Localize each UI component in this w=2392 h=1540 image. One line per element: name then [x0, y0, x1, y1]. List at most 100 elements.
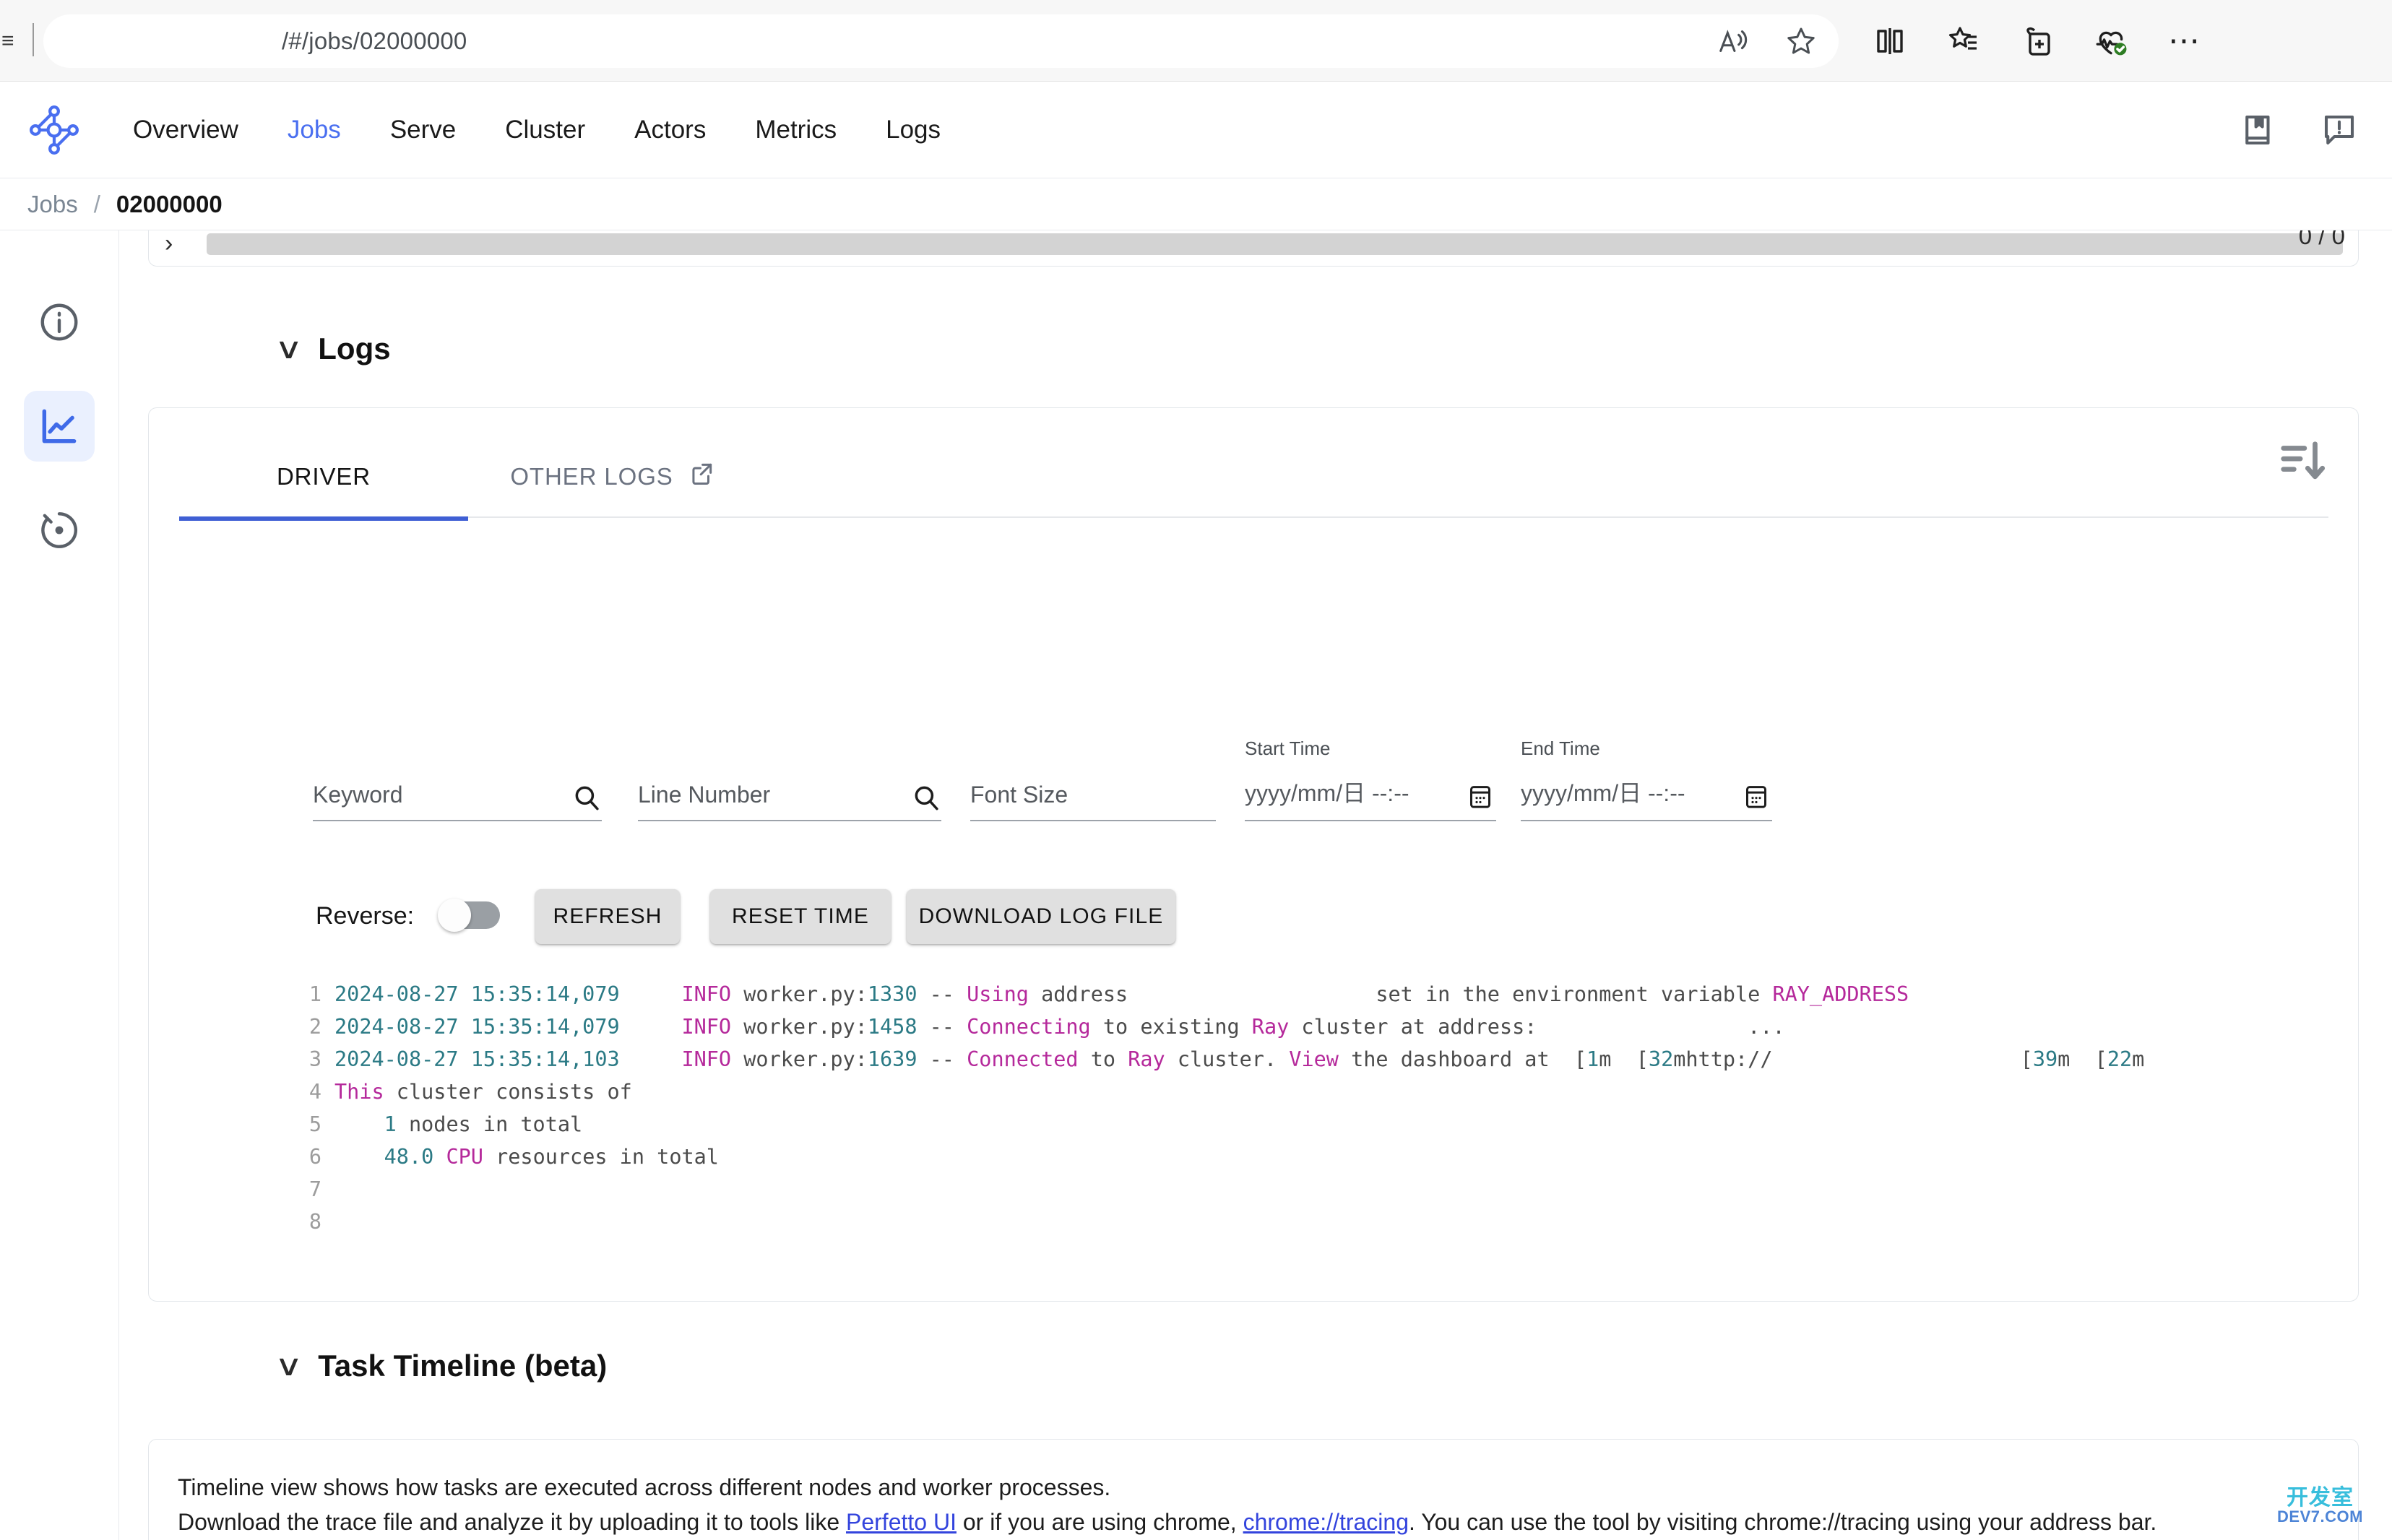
- log-segment-txt: [620, 1015, 682, 1039]
- breadcrumb: Jobs / 02000000: [0, 178, 2392, 230]
- progress-row[interactable]: ›: [165, 230, 2343, 258]
- timeline-text: Download the trace file and analyze it b…: [178, 1509, 846, 1535]
- sort-descending-icon[interactable]: [2277, 436, 2328, 486]
- log-segment-txt: the dashboard at [: [1338, 1047, 1587, 1071]
- rail-item-info[interactable]: [24, 287, 95, 358]
- log-segment-dash: --: [917, 1047, 967, 1071]
- nav-item-serve[interactable]: Serve: [366, 116, 480, 144]
- nav-item-overview[interactable]: Overview: [108, 116, 263, 144]
- external-link-icon: [688, 460, 715, 493]
- hamburger-icon[interactable]: ≡: [1, 29, 23, 53]
- timeline-text: . You can use the tool by visiting chrom…: [1409, 1509, 2157, 1535]
- read-aloud-icon[interactable]: [1714, 22, 1752, 60]
- ray-logo[interactable]: [26, 102, 82, 158]
- header-actions: [2239, 82, 2359, 178]
- end-time-label: End Time: [1521, 737, 1600, 759]
- tab-active-indicator: [179, 516, 468, 521]
- expand-chevron-icon[interactable]: ›: [165, 230, 199, 258]
- log-line-number: 3: [308, 1047, 321, 1071]
- nav-item-actors[interactable]: Actors: [610, 116, 730, 144]
- keyword-underline: [313, 820, 602, 821]
- log-segment-num: 1639: [867, 1047, 917, 1071]
- url-text-caret: [33, 23, 34, 56]
- log-segment-info: INFO: [681, 982, 732, 1006]
- end-time-field[interactable]: End Time yyyy/mm/日 --:--: [1521, 737, 1772, 821]
- log-segment-txt: [620, 982, 682, 1006]
- timeline-collapse-chevron-icon[interactable]: ∨: [275, 1351, 303, 1380]
- favorite-star-icon[interactable]: [1782, 22, 1820, 60]
- log-segment-txt: [334, 1145, 384, 1169]
- log-segment-num: 48.0: [384, 1145, 434, 1169]
- tab-other-logs[interactable]: OTHER LOGS: [468, 436, 757, 517]
- download-log-file-button[interactable]: DOWNLOAD LOG FILE: [907, 889, 1175, 944]
- tab-driver[interactable]: DRIVER: [179, 436, 468, 517]
- main-content: › 0 / 0 ∨ Logs DRIVER OTHER LOGS Keyword…: [119, 230, 2392, 1540]
- rail-item-chart[interactable]: [24, 391, 95, 462]
- log-segment-txt: to existing: [1090, 1015, 1252, 1039]
- keyword-field[interactable]: Keyword: [313, 765, 602, 821]
- add-to-collection-icon[interactable]: [2018, 22, 2056, 60]
- browser-toolbar: ≡ /#/jobs/02000000 ⋯: [0, 0, 2392, 82]
- log-line: 7: [298, 1173, 2307, 1206]
- breadcrumb-jobs-link[interactable]: Jobs: [27, 191, 78, 218]
- log-line-number: 1: [308, 982, 321, 1006]
- collections-icon[interactable]: [1945, 22, 1982, 60]
- start-time-value: yyyy/mm/日 --:--: [1245, 780, 1409, 806]
- timeline-description-line2: Download the trace file and analyze it b…: [178, 1509, 2156, 1536]
- nav-item-cluster[interactable]: Cluster: [480, 116, 610, 144]
- log-segment-num: 32: [1648, 1047, 1674, 1071]
- log-line-number: 4: [308, 1080, 321, 1104]
- log-segment-txt: worker.py:: [731, 982, 868, 1006]
- log-segment-txt: cluster.: [1165, 1047, 1290, 1071]
- timeline-section-header[interactable]: ∨ Task Timeline (beta): [275, 1349, 607, 1383]
- log-segment-dash: --: [917, 1015, 967, 1039]
- browser-essentials-icon[interactable]: [2092, 22, 2130, 60]
- log-line: 3 2024-08-27 15:35:14,103 INFO worker.py:…: [298, 1043, 2307, 1076]
- refresh-button[interactable]: REFRESH: [535, 889, 680, 944]
- log-segment-txt: cluster consists of: [384, 1080, 632, 1104]
- log-output[interactable]: 1 2024-08-27 15:35:14,079 INFO worker.py:…: [298, 978, 2307, 1267]
- timeline-card: Timeline view shows how tasks are execut…: [148, 1439, 2359, 1540]
- url-bar[interactable]: /#/jobs/02000000: [43, 14, 1839, 68]
- log-line-number: 5: [308, 1112, 321, 1136]
- end-time-value: yyyy/mm/日 --:--: [1521, 780, 1685, 806]
- nav-item-logs[interactable]: Logs: [861, 116, 965, 144]
- timeline-link[interactable]: chrome://tracing: [1243, 1509, 1409, 1535]
- log-segment-num: 22: [2107, 1047, 2133, 1071]
- progress-card-clipped: › 0 / 0: [148, 230, 2359, 267]
- keyword-placeholder: Keyword: [313, 782, 403, 808]
- logs-section-title: Logs: [318, 332, 391, 365]
- log-line-number: 2: [308, 1015, 321, 1039]
- logs-collapse-chevron-icon[interactable]: ∨: [275, 334, 303, 363]
- reset-time-button[interactable]: RESET TIME: [710, 889, 891, 944]
- reverse-toggle[interactable]: [438, 899, 500, 932]
- search-icon[interactable]: [911, 782, 941, 813]
- log-segment-num: 39: [2032, 1047, 2058, 1071]
- font-size-field[interactable]: Font Size: [970, 765, 1216, 821]
- start-time-field[interactable]: Start Time yyyy/mm/日 --:--: [1245, 737, 1496, 821]
- feedback-icon[interactable]: [2320, 111, 2359, 150]
- logs-section-header[interactable]: ∨ Logs: [275, 332, 391, 366]
- split-screen-icon[interactable]: [1871, 22, 1909, 60]
- reverse-label: Reverse:: [316, 902, 415, 930]
- line-number-field[interactable]: Line Number: [638, 765, 941, 821]
- line-number-placeholder: Line Number: [638, 782, 771, 808]
- nav-item-metrics[interactable]: Metrics: [730, 116, 861, 144]
- rail-item-target[interactable]: [24, 495, 95, 566]
- log-segment-kw: This: [334, 1080, 384, 1104]
- calendar-icon[interactable]: [1742, 782, 1772, 813]
- timeline-link[interactable]: Perfetto UI: [846, 1509, 957, 1535]
- log-segment-txt: nodes in total: [396, 1112, 583, 1136]
- line-number-underline: [638, 820, 941, 821]
- calendar-icon[interactable]: [1466, 782, 1496, 813]
- left-rail: [0, 230, 119, 1540]
- timeline-text: or if you are using chrome,: [956, 1509, 1243, 1535]
- url-text: /#/jobs/02000000: [282, 27, 467, 54]
- log-line: 2 2024-08-27 15:35:14,079 INFO worker.py:…: [298, 1011, 2307, 1043]
- docs-book-icon[interactable]: [2239, 111, 2278, 150]
- log-segment-txt: [620, 1047, 682, 1071]
- log-segment-num: 1: [384, 1112, 397, 1136]
- settings-and-more-icon[interactable]: ⋯: [2166, 22, 2203, 60]
- nav-item-jobs[interactable]: Jobs: [263, 116, 366, 144]
- search-icon[interactable]: [571, 782, 602, 813]
